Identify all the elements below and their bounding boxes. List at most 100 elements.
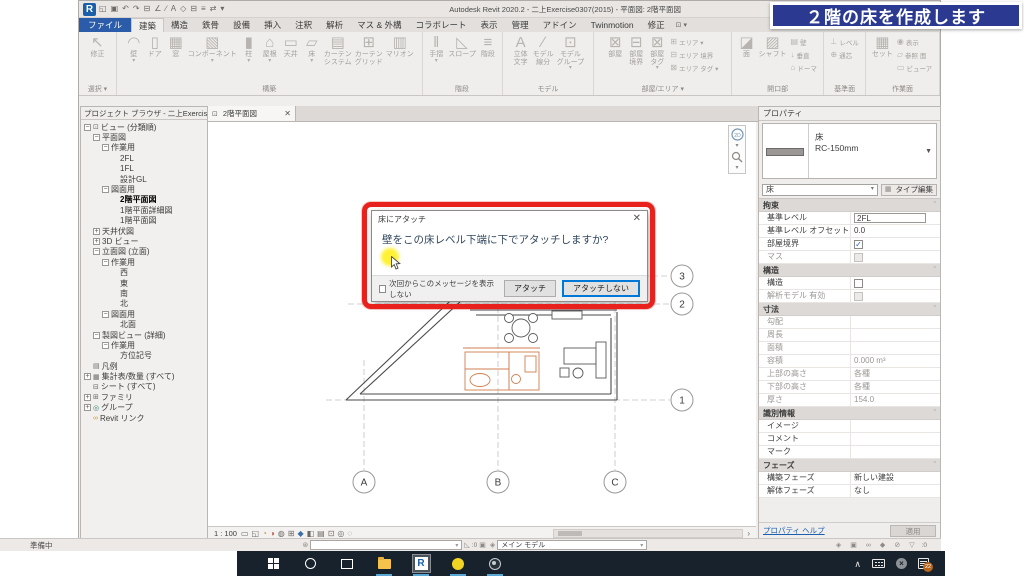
- tab-管理[interactable]: 管理: [505, 18, 536, 32]
- type-selector-dropdown-icon[interactable]: ▼: [925, 148, 932, 155]
- scale-lock-icon[interactable]: ⊡: [328, 529, 335, 538]
- ribbon-button-シャフト[interactable]: ▨ シャフト: [758, 34, 788, 59]
- text-icon[interactable]: A: [171, 4, 176, 14]
- tray-close-icon[interactable]: ×: [896, 558, 907, 569]
- collapse-icon[interactable]: −: [93, 248, 100, 256]
- worksets-icon[interactable]: ⊛: [303, 541, 309, 549]
- scroll-right-icon[interactable]: ›: [747, 529, 750, 538]
- save-icon[interactable]: ▣: [111, 4, 119, 14]
- collapse-icon[interactable]: −: [102, 341, 109, 349]
- property-group-フェーズ[interactable]: フェーズ ˆ: [759, 459, 940, 472]
- horizontal-scrollbar[interactable]: [553, 528, 744, 538]
- properties-help-link[interactable]: プロパティ ヘルプ: [763, 525, 825, 536]
- expand-icon[interactable]: +: [93, 227, 100, 235]
- ribbon-button-スロープ[interactable]: ◺ スロープ: [447, 34, 477, 59]
- steering-wheel-icon[interactable]: 2D: [730, 128, 744, 141]
- property-group-拘束[interactable]: 拘束 ˆ: [759, 199, 940, 212]
- open-icon[interactable]: ◱: [99, 4, 107, 14]
- editing-requests-icon[interactable]: ▣: [850, 541, 857, 549]
- ribbon-button-垂直[interactable]: ↓ 垂直: [789, 48, 819, 61]
- temporary-hide-icon[interactable]: ◌: [347, 529, 352, 538]
- ribbon-button-エリア境界[interactable]: ⊟ エリア 境界: [668, 48, 720, 61]
- redo-icon[interactable]: ↷: [133, 4, 140, 14]
- ribbon-button-天井[interactable]: ▭ 天井: [281, 34, 301, 59]
- ribbon-button-壁[interactable]: ▤ 壁: [789, 35, 819, 48]
- workset-combo[interactable]: ▾: [310, 540, 463, 550]
- design-options-edit-icon[interactable]: ◈: [490, 541, 495, 549]
- tree-item-作業用[interactable]: − 作業用: [81, 257, 207, 267]
- detail-level-icon[interactable]: ▤: [317, 529, 325, 538]
- tree-item-集計表/数量 (すべて)[interactable]: + ▦ 集計表/数量 (すべて): [81, 371, 207, 381]
- tree-item-凡例[interactable]: ▤ 凡例: [81, 361, 207, 371]
- sun-path-icon[interactable]: ◔: [262, 529, 267, 538]
- collapse-icon[interactable]: −: [102, 144, 109, 152]
- tree-item-天井伏図[interactable]: + 天井伏図: [81, 226, 207, 236]
- tab-アドイン[interactable]: アドイン: [536, 18, 584, 32]
- property-group-構造[interactable]: 構造 ˆ: [759, 264, 940, 277]
- ribbon-button-窓[interactable]: ▦ 窓: [166, 34, 186, 59]
- ribbon-button-エリア▾[interactable]: ⊞ エリア ▾: [668, 35, 720, 48]
- notifications-icon[interactable]: 22: [918, 558, 933, 572]
- cortana-icon[interactable]: [300, 551, 320, 576]
- realistic-view-icon[interactable]: ◆: [297, 529, 303, 538]
- ribbon-button-ドーマ[interactable]: ⌂ ドーマ: [789, 61, 819, 74]
- view-tab-active[interactable]: ⊡ 2階平面図 ✕: [208, 106, 296, 121]
- ribbon-button-手摺[interactable]: ‖ 手摺 ▾: [426, 34, 446, 64]
- tab-建築[interactable]: 建築: [131, 18, 165, 32]
- type-selector[interactable]: 床 RC-150mm ▼: [762, 123, 937, 179]
- tree-item-作業用[interactable]: − 作業用: [81, 340, 207, 350]
- tree-item-1階平面図[interactable]: 1階平面図: [81, 216, 207, 226]
- tree-item-北面[interactable]: 北面: [81, 319, 207, 329]
- ribbon-button-モデル線分[interactable]: ∕ モデル 線分: [532, 34, 555, 66]
- tree-item-作業用[interactable]: − 作業用: [81, 143, 207, 153]
- expand-icon[interactable]: +: [84, 373, 91, 381]
- collapse-icon[interactable]: −: [93, 331, 100, 339]
- task-view-icon[interactable]: [337, 551, 357, 576]
- ribbon-button-カーテンシステム[interactable]: ▤ カーテン システム: [323, 34, 353, 66]
- filter-icon[interactable]: ▽: [909, 541, 914, 549]
- zoom-dropdown-icon[interactable]: ▾: [735, 165, 738, 171]
- measure-icon[interactable]: ∠: [154, 4, 161, 14]
- ribbon-button-ビューア[interactable]: ▭ ビューア: [895, 61, 934, 74]
- expand-icon[interactable]: +: [84, 393, 91, 401]
- attach-button[interactable]: アタッチ: [504, 280, 556, 297]
- customize-icon[interactable]: ▾: [220, 4, 224, 14]
- expand-icon[interactable]: +: [93, 237, 100, 245]
- ribbon-button-壁[interactable]: ◠ 壁 ▾: [124, 34, 144, 64]
- shadows-icon[interactable]: ◑: [270, 529, 275, 538]
- revit-app-icon[interactable]: R: [83, 2, 96, 16]
- design-option-combo[interactable]: メイン モデル ▾: [497, 540, 648, 550]
- reveal-hidden-icon[interactable]: ◎: [337, 529, 344, 538]
- tree-item-3D ビュー[interactable]: +3D ビュー: [81, 236, 207, 246]
- tree-item-図面用[interactable]: − 図面用: [81, 309, 207, 319]
- worksharing-display-icon[interactable]: ◈: [836, 541, 841, 549]
- tree-item-北[interactable]: 北: [81, 299, 207, 309]
- tree-item-2FL[interactable]: 2FL: [81, 153, 207, 163]
- view-scale[interactable]: 1 : 100: [214, 529, 237, 538]
- properties-title[interactable]: プロパティ: [759, 107, 940, 121]
- tab-注釈[interactable]: 注釈: [288, 18, 319, 32]
- close-view-icon[interactable]: ✕: [284, 109, 291, 118]
- tab-解析[interactable]: 解析: [319, 18, 350, 32]
- tree-item-西[interactable]: 西: [81, 267, 207, 277]
- tree-item-東[interactable]: 東: [81, 278, 207, 288]
- project-browser-title[interactable]: プロジェクト ブラウザ - 二上Exercise03...: [81, 107, 207, 120]
- tab-表示[interactable]: 表示: [474, 18, 505, 32]
- dialog-close-icon[interactable]: ✕: [633, 214, 641, 224]
- modify-select-icon[interactable]: ⊡ ▾: [672, 18, 691, 32]
- collapse-icon[interactable]: −: [102, 258, 109, 266]
- line-icon[interactable]: ∕: [165, 4, 166, 14]
- checkbox-box[interactable]: [379, 284, 387, 293]
- ribbon-button-面[interactable]: ◪ 面: [737, 34, 757, 59]
- tree-item-ビュー (分類順)[interactable]: − ⊡ ビュー (分類順): [81, 122, 207, 132]
- drawing-canvas[interactable]: A B C 3 2 1 2D ▾ ▾: [208, 122, 756, 526]
- tree-item-シート (すべて)[interactable]: ⊟ シート (すべて): [81, 382, 207, 392]
- editable-only-icon[interactable]: ◺: [464, 541, 469, 549]
- ribbon-button-モデルグループ[interactable]: ⊡ モデル グループ ▾: [556, 34, 586, 71]
- ribbon-button-部屋[interactable]: ⊠ 部屋: [605, 34, 625, 59]
- ribbon-button-部屋タグ[interactable]: ⊠ 部屋 タグ ▾: [647, 34, 667, 71]
- collapse-icon[interactable]: −: [102, 186, 109, 194]
- zoom-icon[interactable]: [731, 151, 743, 163]
- tab-修正[interactable]: 修正: [641, 18, 672, 32]
- ribbon-button-部屋境界[interactable]: ⊟ 部屋 境界: [626, 34, 646, 66]
